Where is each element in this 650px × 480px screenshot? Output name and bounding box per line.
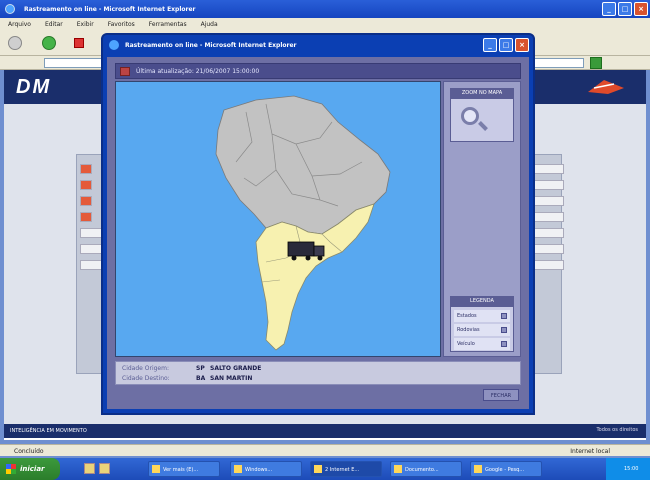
legend-label: Rodovias bbox=[457, 327, 480, 333]
quick-launch-icon[interactable] bbox=[84, 463, 95, 474]
zoom-heading: ZOOM NO MAPA bbox=[450, 88, 514, 98]
menu-edit[interactable]: Editar bbox=[45, 21, 63, 30]
map-view[interactable] bbox=[115, 81, 441, 357]
origin-label: Cidade Origem: bbox=[122, 365, 169, 372]
menu-bar: Arquivo Editar Exibir Favoritos Ferramen… bbox=[0, 18, 650, 30]
menu-help[interactable]: Ajuda bbox=[201, 21, 218, 30]
origin-city: SALTO GRANDE bbox=[210, 365, 262, 372]
status-bar: Concluído Internet local bbox=[0, 444, 650, 456]
go-button[interactable] bbox=[590, 57, 602, 69]
start-button[interactable]: iniciar bbox=[0, 458, 60, 480]
popup-title: Rastreamento on line - Microsoft Interne… bbox=[125, 42, 297, 49]
forward-button-icon[interactable] bbox=[42, 36, 56, 50]
origin-state: SP bbox=[196, 365, 205, 372]
site-emblem-icon bbox=[588, 80, 624, 94]
magnifier-icon[interactable] bbox=[461, 107, 479, 125]
system-tray: 15:00 bbox=[606, 458, 650, 480]
window-controls: _ □ × bbox=[602, 2, 648, 16]
close-icon[interactable]: × bbox=[634, 2, 648, 16]
ie-icon bbox=[5, 4, 15, 14]
maximize-icon[interactable]: □ bbox=[618, 2, 632, 16]
taskbar-button[interactable]: Documento... bbox=[390, 461, 462, 477]
map-popup-window: Rastreamento on line - Microsoft Interne… bbox=[101, 33, 535, 415]
table-row bbox=[80, 212, 92, 222]
destination-row: Cidade Destino: BA SAN MARTIN bbox=[122, 375, 252, 382]
table-row bbox=[534, 180, 564, 190]
truck-status-icon bbox=[120, 67, 130, 76]
taskbar-button[interactable]: Windows... bbox=[230, 461, 302, 477]
table-row bbox=[80, 196, 92, 206]
last-update-text: Última atualização: 21/06/2007 15:00:00 bbox=[136, 68, 260, 75]
browser-title: Rastreamento on line - Microsoft Interne… bbox=[24, 6, 196, 13]
site-footer: INTELIGÊNCIA EM MOVIMENTO Todos os direi… bbox=[4, 424, 646, 438]
menu-tools[interactable]: Ferramentas bbox=[149, 21, 187, 30]
background-right-column bbox=[534, 164, 564, 270]
windows-flag-icon bbox=[6, 464, 16, 474]
legend-label: Veículo bbox=[457, 341, 475, 347]
close-button[interactable]: FECHAR bbox=[483, 389, 519, 401]
minimize-icon[interactable]: _ bbox=[602, 2, 616, 16]
table-row bbox=[534, 228, 564, 238]
maximize-icon[interactable]: □ bbox=[499, 38, 513, 52]
table-row bbox=[534, 244, 564, 254]
table-row bbox=[534, 260, 564, 270]
destination-label: Cidade Destino: bbox=[122, 375, 170, 382]
status-text: Concluído bbox=[14, 448, 44, 455]
ie-icon bbox=[109, 40, 119, 50]
map-side-panel: ZOOM NO MAPA LEGENDA Estados Rodovias Ve… bbox=[443, 81, 521, 357]
taskbar-button[interactable]: Google - Pesq... bbox=[470, 461, 542, 477]
table-row bbox=[534, 164, 564, 174]
checkbox-icon[interactable] bbox=[501, 313, 507, 319]
destination-city: SAN MARTIN bbox=[210, 375, 253, 382]
legend-item-states[interactable]: Estados bbox=[454, 310, 510, 322]
menu-favorites[interactable]: Favoritos bbox=[108, 21, 135, 30]
back-button-icon[interactable] bbox=[8, 36, 22, 50]
legend-item-roads[interactable]: Rodovias bbox=[454, 324, 510, 336]
checkbox-icon[interactable] bbox=[501, 341, 507, 347]
popup-window-controls: _ □ × bbox=[483, 38, 529, 52]
quick-launch bbox=[84, 463, 110, 474]
legend-item-vehicle[interactable]: Veículo bbox=[454, 338, 510, 350]
taskbar-button[interactable]: Ver mais (E)... bbox=[148, 461, 220, 477]
menu-view[interactable]: Exibir bbox=[77, 21, 94, 30]
zoom-control[interactable] bbox=[450, 98, 514, 142]
last-update-bar: Última atualização: 21/06/2007 15:00:00 bbox=[115, 63, 521, 79]
taskbar: iniciar Ver mais (E)... Windows... 2 Int… bbox=[0, 458, 650, 480]
menu-file[interactable]: Arquivo bbox=[8, 21, 31, 30]
table-row bbox=[80, 164, 92, 174]
popup-titlebar[interactable]: Rastreamento on line - Microsoft Interne… bbox=[103, 35, 533, 55]
south-america-map[interactable] bbox=[116, 82, 442, 358]
browser-titlebar[interactable]: Rastreamento on line - Microsoft Interne… bbox=[0, 0, 650, 18]
legend: Estados Rodovias Veículo bbox=[450, 306, 514, 352]
site-logo[interactable]: DM bbox=[16, 76, 51, 99]
footer-slogan: INTELIGÊNCIA EM MOVIMENTO bbox=[10, 428, 87, 434]
close-icon[interactable]: × bbox=[515, 38, 529, 52]
quick-launch-icon[interactable] bbox=[99, 463, 110, 474]
legend-heading: LEGENDA bbox=[450, 296, 514, 306]
footer-rights: Todos os direitos bbox=[596, 427, 638, 433]
table-row bbox=[80, 180, 92, 190]
stop-icon[interactable] bbox=[74, 38, 84, 48]
table-row bbox=[534, 196, 564, 206]
table-row bbox=[534, 212, 564, 222]
origin-row: Cidade Origem: SP SALTO GRANDE bbox=[122, 365, 261, 372]
route-info: Cidade Origem: SP SALTO GRANDE Cidade De… bbox=[115, 361, 521, 385]
clock: 15:00 bbox=[624, 466, 639, 472]
checkbox-icon[interactable] bbox=[501, 327, 507, 333]
status-zone: Internet local bbox=[570, 448, 610, 455]
legend-label: Estados bbox=[457, 313, 477, 319]
destination-state: BA bbox=[196, 375, 206, 382]
minimize-icon[interactable]: _ bbox=[483, 38, 497, 52]
taskbar-button-active[interactable]: 2 Internet E... bbox=[310, 461, 382, 477]
start-label: iniciar bbox=[20, 465, 45, 473]
popup-body: Última atualização: 21/06/2007 15:00:00 bbox=[107, 57, 529, 409]
